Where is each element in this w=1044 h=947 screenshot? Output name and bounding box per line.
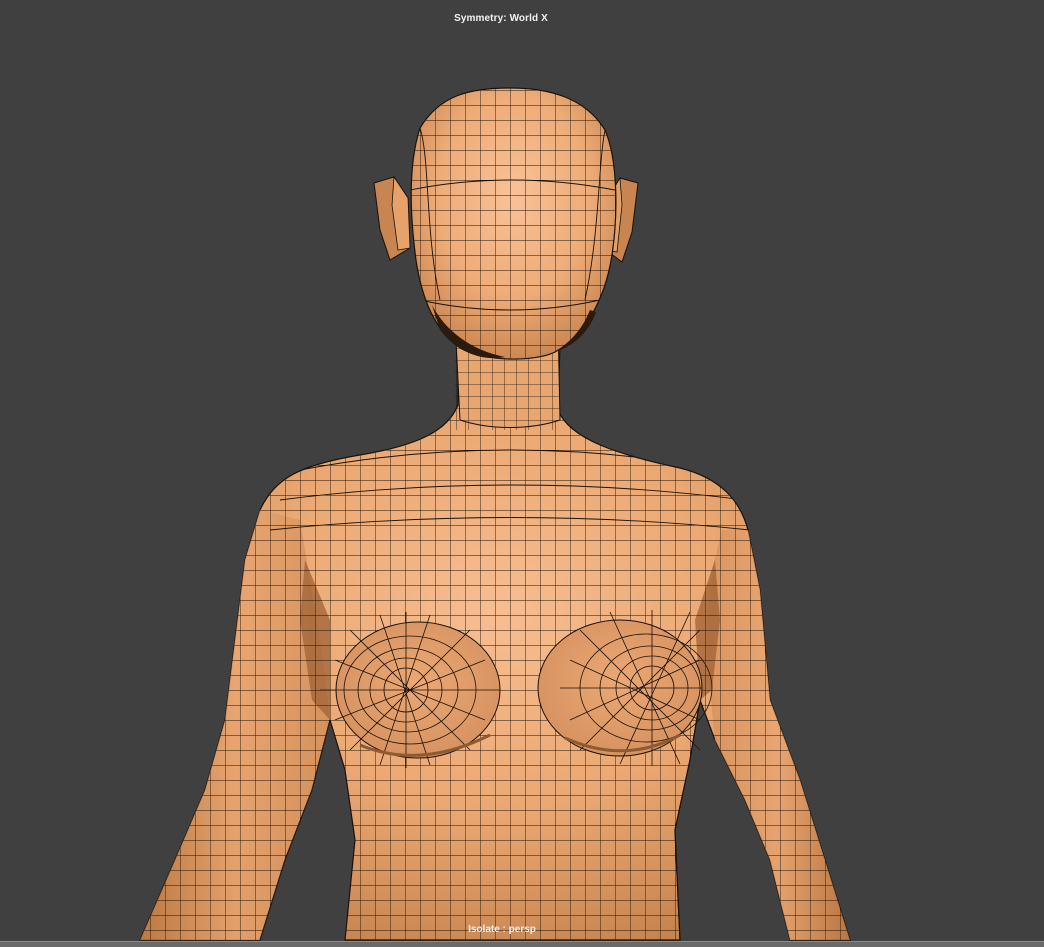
torso-arms xyxy=(139,343,851,941)
character-mesh[interactable] xyxy=(0,0,1044,947)
head xyxy=(410,87,617,360)
isolate-status: Isolate : persp xyxy=(468,924,536,935)
left-ear xyxy=(373,175,411,261)
symmetry-status: Symmetry: World X xyxy=(454,13,548,24)
3d-viewport[interactable]: Symmetry: World X Isolate: persp xyxy=(0,0,1044,947)
viewport-bottom-border xyxy=(0,941,1044,947)
